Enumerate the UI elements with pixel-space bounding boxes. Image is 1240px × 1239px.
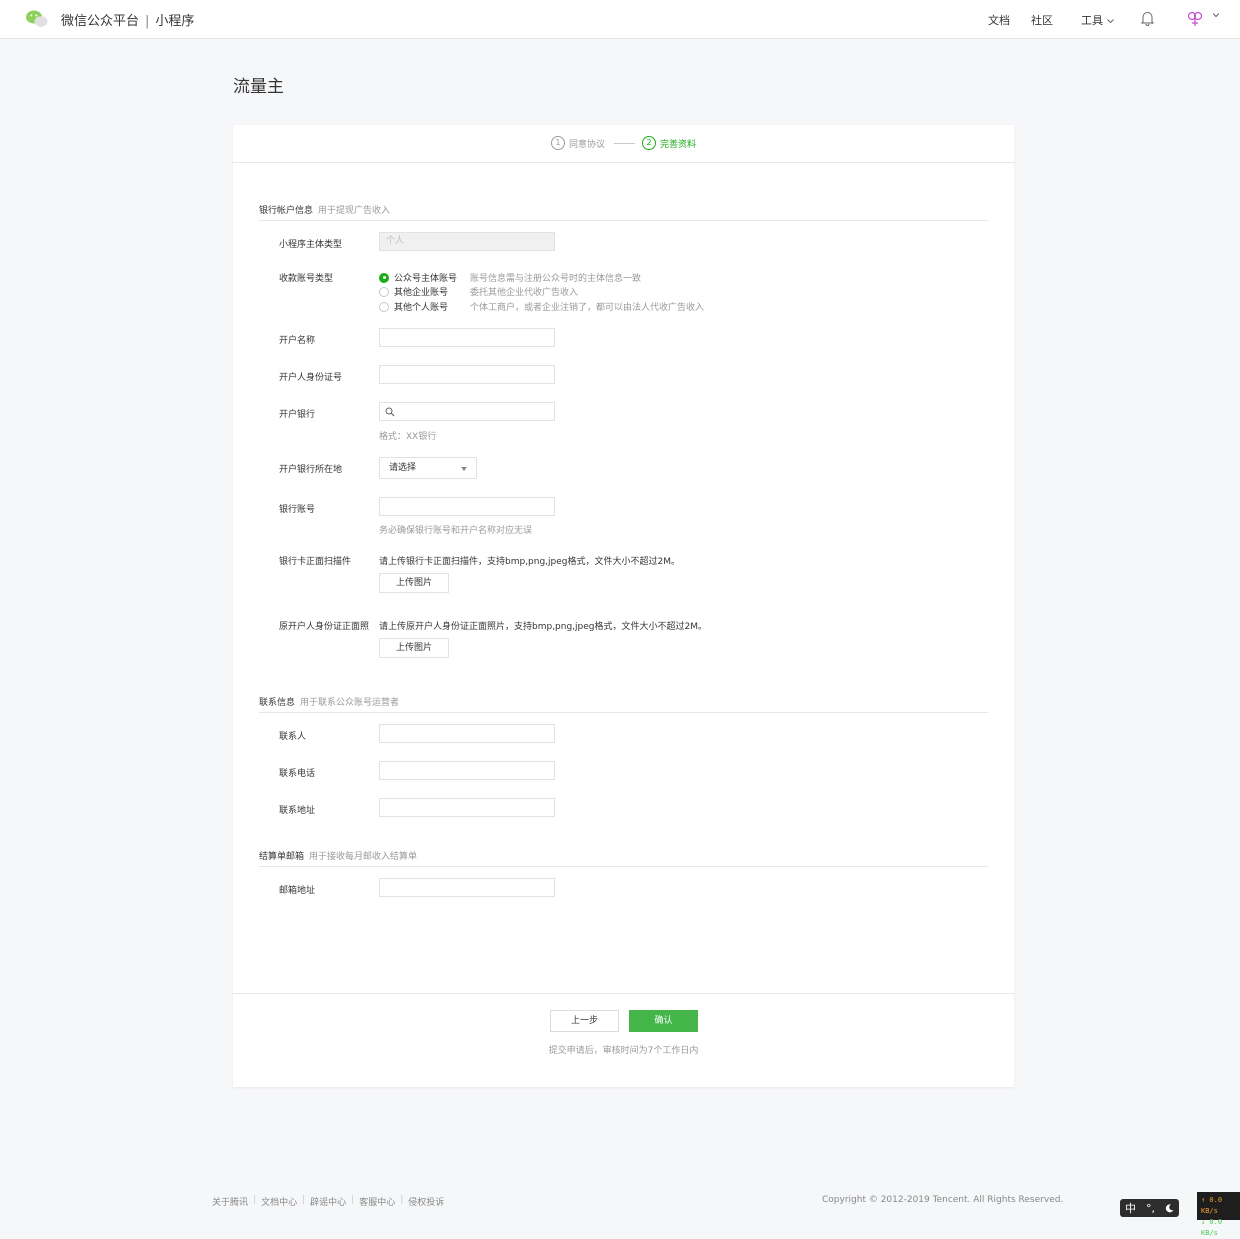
footer-link-support[interactable]: 客服中心: [359, 1195, 395, 1208]
section-title: 联系信息: [259, 698, 296, 708]
phone-input[interactable]: [379, 761, 555, 780]
account-option-personal[interactable]: 其他个人账号 个体工商户，或者企业注销了，都可以由法人代收广告收入: [379, 300, 704, 313]
radio-button[interactable]: [379, 301, 389, 312]
footer-separator: |: [253, 1195, 257, 1205]
wechat-logo-icon[interactable]: [25, 9, 49, 29]
form-card: 1 同意协议 2 完善资料 银行帐户信息 用于提现广告收入 小程序主体类型 个人 …: [233, 125, 1014, 1087]
network-speed-widget: ↑ 0.0 KB/s ↓ 0.0 KB/s: [1197, 1192, 1240, 1237]
step-complete-info: 2 完善资料: [642, 136, 696, 150]
upload-speed: ↑ 0.0 KB/s: [1201, 1196, 1223, 1215]
search-icon: [385, 407, 395, 417]
step-label: 同意协议: [569, 139, 606, 150]
email-input[interactable]: [379, 878, 555, 897]
bank-location-label: 开户银行所在地: [279, 465, 343, 475]
copyright: Copyright © 2012-2019 Tencent. All Right…: [822, 1195, 1064, 1205]
bank-section-header: 银行帐户信息 用于提现广告收入: [259, 203, 988, 221]
ime-indicator[interactable]: 中 °,: [1120, 1199, 1179, 1217]
section-title: 结算单邮箱: [259, 852, 305, 862]
step-agree: 1 同意协议: [551, 136, 605, 150]
footer-separator: |: [302, 1195, 306, 1205]
prev-step-button[interactable]: 上一步: [550, 1010, 619, 1032]
entity-type-label: 小程序主体类型: [279, 240, 343, 250]
email-label: 邮箱地址: [279, 886, 316, 896]
footer-link-docs[interactable]: 文档中心: [261, 1195, 297, 1208]
nav-tools-menu[interactable]: 工具: [1081, 12, 1114, 28]
step-label: 完善资料: [660, 139, 697, 150]
account-option-official[interactable]: 公众号主体账号 账号信息需与注册公众号时的主体信息一致: [379, 271, 641, 284]
footer-separator: |: [400, 1195, 404, 1205]
bank-location-select[interactable]: 请选择: [379, 457, 477, 479]
card-scan-note: 请上传银行卡正面扫描件，支持bmp,png,jpeg格式，文件大小不超过2M。: [379, 557, 681, 567]
avatar-icon[interactable]: [1187, 11, 1203, 27]
radio-button[interactable]: [379, 272, 389, 283]
step-indicator: 1 同意协议 2 完善资料: [233, 125, 1014, 163]
radio-label: 公众号主体账号: [394, 274, 458, 284]
section-desc: 用于提现广告收入: [318, 206, 391, 216]
account-number-input[interactable]: [379, 497, 555, 516]
section-title: 银行帐户信息: [259, 206, 314, 216]
account-type-label: 收款账号类型: [279, 274, 334, 284]
radio-label: 其他企业账号: [394, 288, 449, 298]
nav-tools-label: 工具: [1081, 14, 1103, 27]
brand-name: 微信公众平台: [61, 14, 140, 29]
brand-separator: |: [145, 14, 150, 29]
download-speed: ↓ 0.0 KB/s: [1201, 1218, 1223, 1237]
brand-title[interactable]: 微信公众平台 | 小程序: [61, 10, 194, 29]
footer-link-infringement[interactable]: 侵权投诉: [408, 1195, 444, 1208]
top-navbar: 微信公众平台 | 小程序 文档 社区 工具: [0, 0, 1240, 39]
id-number-label: 开户人身份证号: [279, 373, 343, 383]
footer-link-rumor[interactable]: 辟谣中心: [310, 1195, 346, 1208]
radio-button[interactable]: [379, 286, 389, 297]
moon-icon: [1165, 1203, 1174, 1212]
radio-desc: 个体工商户，或者企业注销了，都可以由法人代收广告收入: [470, 303, 705, 313]
confirm-button[interactable]: 确认: [629, 1010, 698, 1032]
upload-card-button[interactable]: 上传图片: [379, 573, 449, 593]
section-desc: 用于接收每月邮收入结算单: [309, 852, 418, 862]
section-desc: 用于联系公众账号运营者: [300, 698, 400, 708]
step-number: 1: [551, 136, 565, 150]
step-number: 2: [642, 136, 656, 150]
address-label: 联系地址: [279, 806, 316, 816]
bell-icon[interactable]: [1141, 11, 1154, 26]
chevron-down-icon: [1106, 19, 1114, 24]
account-option-enterprise[interactable]: 其他企业账号 委托其他企业代收广告收入: [379, 285, 578, 298]
account-name-label: 开户名称: [279, 336, 316, 346]
product-name: 小程序: [155, 14, 195, 29]
id-number-input[interactable]: [379, 365, 555, 384]
nav-docs-link[interactable]: 文档: [988, 12, 1010, 28]
account-number-hint: 务必确保银行账号和开户名称对应无误: [379, 526, 533, 536]
divider: [233, 993, 1014, 994]
page-title: 流量主: [233, 77, 284, 97]
id-photo-note: 请上传原开户人身份证正面照片，支持bmp,png,jpeg格式，文件大小不超过2…: [379, 622, 708, 632]
review-time-note: 提交申请后，审核时间为7个工作日内: [548, 1046, 699, 1056]
email-section-header: 结算单邮箱 用于接收每月邮收入结算单: [259, 849, 988, 867]
bank-label: 开户银行: [279, 410, 316, 420]
ime-mode: 中: [1125, 1202, 1136, 1215]
contact-input[interactable]: [379, 724, 555, 743]
caret-down-icon: [461, 467, 467, 471]
footer-link-about[interactable]: 关于腾讯: [212, 1195, 248, 1208]
contact-label: 联系人: [279, 732, 307, 742]
radio-desc: 账号信息需与注册公众号时的主体信息一致: [470, 274, 642, 284]
radio-label: 其他个人账号: [394, 303, 449, 313]
id-photo-label: 原开户人身份证正面照: [279, 622, 370, 632]
bank-hint: 格式：XX银行: [379, 432, 437, 442]
contact-section-header: 联系信息 用于联系公众账号运营者: [259, 695, 988, 713]
radio-desc: 委托其他企业代收广告收入: [470, 288, 579, 298]
phone-label: 联系电话: [279, 769, 316, 779]
footer-separator: |: [351, 1195, 355, 1205]
step-connector: [614, 143, 635, 144]
chevron-down-icon[interactable]: [1212, 11, 1220, 19]
bank-search-input[interactable]: [379, 402, 555, 421]
entity-type-field: 个人: [379, 232, 555, 251]
footer-links: 关于腾讯 | 文档中心 | 辟谣中心 | 客服中心 | 侵权投诉: [212, 1195, 444, 1208]
card-scan-label: 银行卡正面扫描件: [279, 557, 352, 567]
account-name-input[interactable]: [379, 328, 555, 347]
select-value: 请选择: [389, 463, 417, 473]
ime-punct: °,: [1146, 1201, 1155, 1215]
account-number-label: 银行账号: [279, 505, 316, 515]
nav-community-link[interactable]: 社区: [1031, 12, 1053, 28]
upload-id-photo-button[interactable]: 上传图片: [379, 638, 449, 658]
address-input[interactable]: [379, 798, 555, 817]
